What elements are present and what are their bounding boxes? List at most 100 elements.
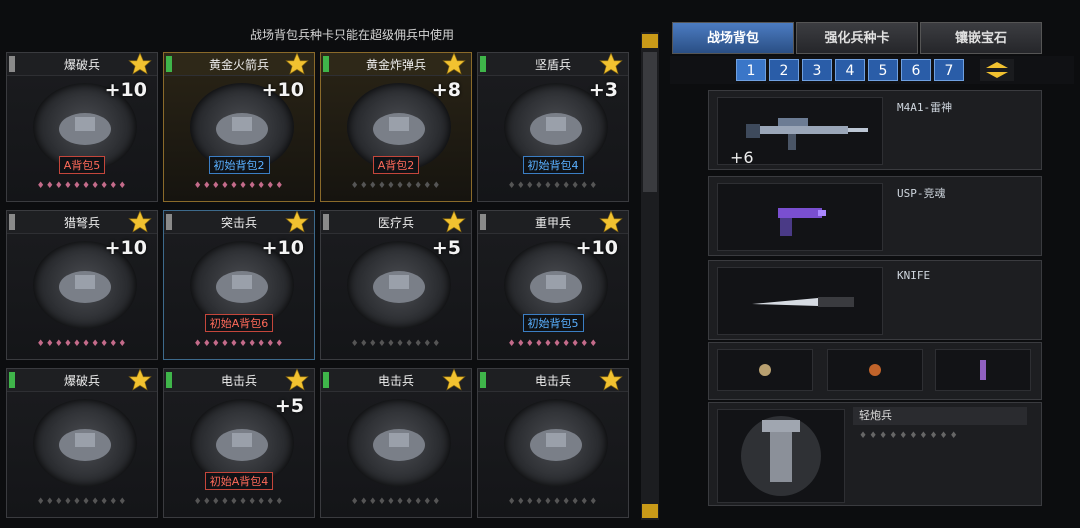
soldier-class-gems: ♦♦♦♦♦♦♦♦♦♦ <box>859 431 960 441</box>
page-updown-icon[interactable] <box>980 59 1014 81</box>
star-icon <box>128 52 152 75</box>
star-icon <box>599 52 623 75</box>
soldier-class-icon <box>530 429 582 461</box>
soldier-card[interactable]: 电击兵 +5 初始A背包4 ♦♦♦♦♦♦♦♦♦♦ <box>163 368 315 518</box>
soldier-card[interactable]: 黄金炸弹兵 +8 A背包2 ♦♦♦♦♦♦♦♦♦♦ <box>320 52 472 202</box>
soldier-class-icon <box>59 113 111 145</box>
page-button-1[interactable]: 1 <box>736 59 766 81</box>
page-button-6[interactable]: 6 <box>901 59 931 81</box>
weapon-slot-secondary[interactable]: USP-竞魂 <box>708 176 1042 256</box>
card-gems: ♦♦♦♦♦♦♦♦♦♦ <box>507 181 599 191</box>
soldier-card[interactable]: 重甲兵 +10 初始背包5 ♦♦♦♦♦♦♦♦♦♦ <box>477 210 629 360</box>
knife-icon <box>752 297 854 307</box>
weapon-slot-melee[interactable]: KNIFE <box>708 260 1042 340</box>
grenade-slot-1[interactable] <box>717 349 813 391</box>
soldier-class-icon <box>373 113 425 145</box>
card-level: +5 <box>431 237 461 259</box>
soldier-card[interactable]: 医疗兵 +5 ♦♦♦♦♦♦♦♦♦♦ <box>320 210 472 360</box>
soldier-class-icon <box>216 271 268 303</box>
card-pack-tag: A背包5 <box>7 154 157 174</box>
card-gems: ♦♦♦♦♦♦♦♦♦♦ <box>507 497 599 507</box>
page-button-5[interactable]: 5 <box>868 59 898 81</box>
star-icon <box>285 210 309 233</box>
soldier-card[interactable]: 电击兵 ♦♦♦♦♦♦♦♦♦♦ <box>320 368 472 518</box>
card-scrollbar[interactable] <box>641 32 659 520</box>
star-icon <box>442 210 466 233</box>
weapon-image-rifle: +6 <box>717 97 883 167</box>
scroll-down-button[interactable] <box>642 504 658 518</box>
card-pack-tag: 初始背包4 <box>478 154 628 174</box>
soldier-class-icon <box>216 429 268 461</box>
card-level: +10 <box>104 237 147 259</box>
grenade-slots <box>708 342 1042 400</box>
card-level: +5 <box>274 395 304 417</box>
soldier-class-icon <box>59 271 111 303</box>
weapon-name-primary: M4A1-雷神 <box>897 101 953 114</box>
star-icon <box>285 368 309 391</box>
backpack-notice: 战场背包兵种卡只能在超级佣兵中使用 <box>250 28 455 42</box>
card-gems: ♦♦♦♦♦♦♦♦♦♦ <box>36 497 128 507</box>
soldier-class-icon <box>530 271 582 303</box>
card-gems: ♦♦♦♦♦♦♦♦♦♦ <box>350 339 442 349</box>
pack-label: 初始A背包6 <box>204 314 274 332</box>
tab-enhance-card[interactable]: 强化兵种卡 <box>796 22 918 54</box>
grenade-slot-2[interactable] <box>827 349 923 391</box>
card-level: +10 <box>261 237 304 259</box>
soldier-class-icon <box>59 429 111 461</box>
page-button-2[interactable]: 2 <box>769 59 799 81</box>
scroll-thumb[interactable] <box>643 52 657 192</box>
star-icon <box>128 210 152 233</box>
star-icon <box>442 52 466 75</box>
soldier-emblem <box>347 399 451 487</box>
page-button-7[interactable]: 7 <box>934 59 964 81</box>
page-button-4[interactable]: 4 <box>835 59 865 81</box>
soldier-card[interactable]: 爆破兵 ♦♦♦♦♦♦♦♦♦♦ <box>6 368 158 518</box>
pack-label: 初始A背包4 <box>204 472 274 490</box>
star-icon <box>285 52 309 75</box>
grenade-icon <box>869 364 881 376</box>
star-icon <box>442 368 466 391</box>
soldier-class-icon <box>530 113 582 145</box>
scroll-up-button[interactable] <box>642 34 658 48</box>
weapon-name-secondary: USP-竞魂 <box>897 187 946 200</box>
weapon-name-melee: KNIFE <box>897 269 931 282</box>
soldier-card[interactable]: 坚盾兵 +3 初始背包4 ♦♦♦♦♦♦♦♦♦♦ <box>477 52 629 202</box>
ammo-count: +6 <box>730 148 754 167</box>
soldier-card[interactable]: 突击兵 +10 初始A背包6 ♦♦♦♦♦♦♦♦♦♦ <box>163 210 315 360</box>
card-level: +10 <box>575 237 618 259</box>
grenade-slot-3[interactable] <box>935 349 1031 391</box>
pack-label: A背包5 <box>58 156 106 174</box>
soldier-class-slot[interactable]: 轻炮兵 ♦♦♦♦♦♦♦♦♦♦ <box>708 402 1042 506</box>
soldier-card[interactable]: 猎弩兵 +10 ♦♦♦♦♦♦♦♦♦♦ <box>6 210 158 360</box>
card-gems: ♦♦♦♦♦♦♦♦♦♦ <box>193 181 285 191</box>
flashbang-icon <box>759 364 771 376</box>
card-level: +10 <box>104 79 147 101</box>
pack-label: 初始背包4 <box>522 156 584 174</box>
card-gems: ♦♦♦♦♦♦♦♦♦♦ <box>350 181 442 191</box>
card-gems: ♦♦♦♦♦♦♦♦♦♦ <box>507 339 599 349</box>
soldier-card[interactable]: 电击兵 ♦♦♦♦♦♦♦♦♦♦ <box>477 368 629 518</box>
card-gems: ♦♦♦♦♦♦♦♦♦♦ <box>36 181 128 191</box>
weapon-image-pistol <box>717 183 883 251</box>
pack-label: 初始背包2 <box>208 156 270 174</box>
tab-inlay-gem[interactable]: 镶嵌宝石 <box>920 22 1042 54</box>
backpack-pager: 1 2 3 4 5 6 7 <box>670 56 1074 84</box>
weapon-slot-primary[interactable]: +6 M4A1-雷神 <box>708 90 1042 170</box>
soldier-class-icon <box>373 271 425 303</box>
pistol-icon <box>778 208 826 236</box>
card-pack-tag: 初始A背包4 <box>164 470 314 490</box>
tab-battlefield-backpack[interactable]: 战场背包 <box>672 22 794 54</box>
card-gems: ♦♦♦♦♦♦♦♦♦♦ <box>36 339 128 349</box>
star-icon <box>128 368 152 391</box>
soldier-card[interactable]: 爆破兵 +10 A背包5 ♦♦♦♦♦♦♦♦♦♦ <box>6 52 158 202</box>
smoke-grenade-icon <box>980 360 986 380</box>
soldier-card[interactable]: 黄金火箭兵 +10 初始背包2 ♦♦♦♦♦♦♦♦♦♦ <box>163 52 315 202</box>
soldier-class-image <box>717 409 845 503</box>
pack-label: A背包2 <box>372 156 420 174</box>
page-button-3[interactable]: 3 <box>802 59 832 81</box>
soldier-emblem <box>33 399 137 487</box>
star-icon <box>599 210 623 233</box>
card-level: +8 <box>431 79 461 101</box>
card-level: +3 <box>588 79 618 101</box>
card-pack-tag: 初始背包5 <box>478 312 628 332</box>
